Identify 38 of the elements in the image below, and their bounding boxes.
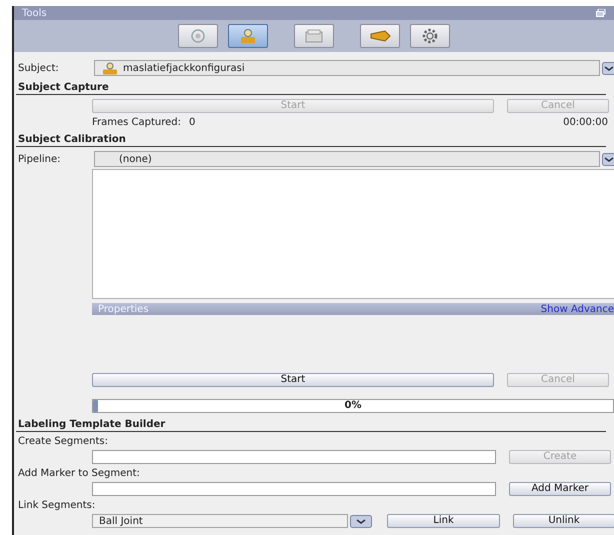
tool-tab[interactable] <box>228 24 268 48</box>
pipeline-label: Pipeline: <box>17 154 62 164</box>
start-button[interactable]: Start <box>92 373 494 387</box>
marker-name-field[interactable] <box>92 482 496 496</box>
folder-icon <box>304 28 324 44</box>
section-header: Subject Capture <box>16 82 606 95</box>
unlink-button[interactable]: Unlink <box>513 514 614 528</box>
tool-tab[interactable] <box>360 24 400 48</box>
pipeline-dropdown[interactable]: (none) <box>94 151 600 167</box>
show-advanced-link[interactable]: Show Advance <box>540 304 614 314</box>
gear-icon <box>421 27 439 45</box>
properties-title: Properties <box>98 304 149 314</box>
person-icon <box>238 28 258 44</box>
link-segments-label: Link Segments: <box>17 500 96 511</box>
tool-tab[interactable] <box>410 24 450 48</box>
add-marker-button[interactable]: Add Marker <box>509 482 611 496</box>
tag-icon <box>368 29 392 43</box>
tool-tab[interactable] <box>294 24 334 48</box>
subject-label: Subject: <box>17 62 60 74</box>
add-marker-label: Add Marker to Segment: <box>17 468 141 479</box>
tool-tab[interactable] <box>178 24 218 48</box>
progress-reading: 0% <box>344 400 362 412</box>
camera-icon <box>189 28 207 44</box>
window-title: Tools <box>22 8 47 18</box>
dropdown-arrow-icon[interactable] <box>602 62 614 74</box>
frames-captured-count: 0 <box>189 117 196 128</box>
subject-dropdown[interactable]: maslatiefjackkonfigurasi <box>94 60 600 76</box>
segment-name-field[interactable] <box>92 450 496 464</box>
create-segments-label: Create Segments: <box>17 436 109 447</box>
section-header: Labeling Template Builder <box>16 419 606 432</box>
capture-time: 00:00:00 <box>563 117 608 128</box>
section-header: Subject Calibration <box>16 134 606 147</box>
joint-dropdown[interactable]: Ball Joint <box>92 514 348 528</box>
dropdown-arrow-icon[interactable] <box>602 152 614 166</box>
frames-captured-label: Frames Captured: <box>92 117 182 128</box>
link-button[interactable]: Link <box>387 514 500 528</box>
person-icon <box>101 62 119 74</box>
restore-icon[interactable] <box>596 9 606 17</box>
